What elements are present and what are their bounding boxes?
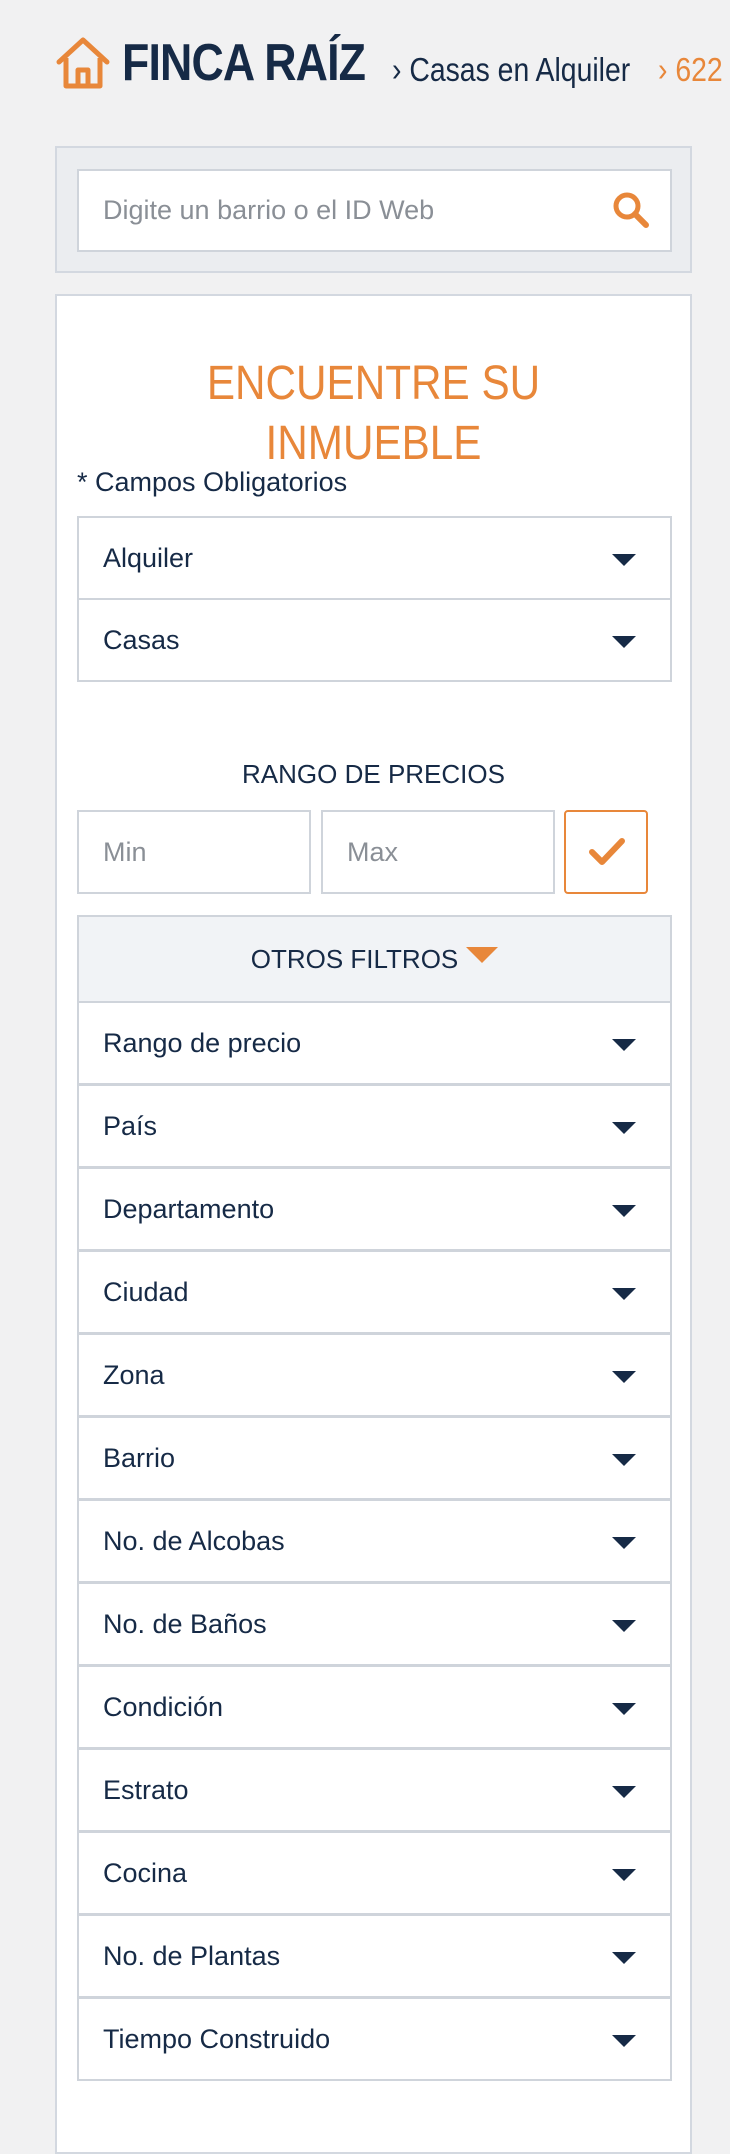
filter-label: Estrato [103,1775,189,1805]
operation-select[interactable]: Alquiler [77,516,672,600]
filter-cocina[interactable]: Cocina [77,1831,672,1915]
filter-zona[interactable]: Zona [77,1333,672,1417]
form-title: ENCUENTRE SU INMUEBLE [206,357,541,470]
chevron-down-icon [612,1869,636,1881]
chevron-down-icon [612,1620,636,1632]
chevron-down-icon [612,1454,636,1466]
price-range-title: RANGO DE PRECIOS [242,759,505,789]
filter-label: Zona [103,1360,165,1390]
house-icon[interactable] [54,34,112,92]
filter-pais[interactable]: País [77,1084,672,1168]
filter-ciudad[interactable]: Ciudad [77,1250,672,1334]
filter-label: Tiempo Construido [103,2024,331,2054]
apply-price-button[interactable] [564,810,648,894]
check-icon [589,838,625,865]
chevron-down-icon [612,1205,636,1217]
filter-label: No. de Alcobas [103,1526,285,1556]
chevron-down-icon [612,1786,636,1798]
property-search-form: ENCUENTRE SU INMUEBLE * Campos Obligator… [55,294,692,2154]
filter-barrio[interactable]: Barrio [77,1416,672,1500]
filter-label: No. de Plantas [103,1941,281,1971]
chevron-down-icon [612,1288,636,1300]
filter-label: Condición [103,1692,224,1722]
site-header: FINCA RAÍZ › Casas en Alquiler › 622 [0,0,730,128]
max-price-input[interactable] [321,810,555,894]
chevron-down-icon [612,2035,636,2047]
operation-select-value: Alquiler [103,543,194,573]
search-input[interactable] [79,171,599,250]
property-type-select[interactable]: Casas [77,598,672,682]
filter-label: Ciudad [103,1277,189,1307]
filter-label: País [103,1111,158,1141]
filter-banos[interactable]: No. de Baños [77,1582,672,1666]
caret-down-icon [466,947,499,963]
min-price-input[interactable] [77,810,311,894]
breadcrumb-result-count: › 622 [658,51,723,88]
filter-tiempo-construido[interactable]: Tiempo Construido [77,1997,672,2081]
filter-condicion[interactable]: Condición [77,1665,672,1749]
filter-label: Barrio [103,1443,176,1473]
filter-estrato[interactable]: Estrato [77,1748,672,1832]
brand-logo-text[interactable]: FINCA RAÍZ [122,30,366,96]
chevron-down-icon [612,1122,636,1134]
filter-departamento[interactable]: Departamento [77,1167,672,1251]
property-type-select-value: Casas [103,625,180,655]
chevron-down-icon [612,1537,636,1549]
chevron-down-icon [612,1039,636,1051]
chevron-down-icon [612,554,636,566]
filter-label: Cocina [103,1858,188,1888]
other-filters-label: OTROS FILTROS [250,944,459,974]
required-fields-note: * Campos Obligatorios [77,467,348,497]
search-panel [55,146,692,273]
chevron-down-icon [612,1952,636,1964]
filter-label: No. de Baños [103,1609,267,1639]
chevron-down-icon [612,636,636,648]
chevron-down-icon [612,1371,636,1383]
search-box [77,169,672,252]
filter-label: Departamento [103,1194,275,1224]
other-filters-toggle[interactable]: OTROS FILTROS [77,915,672,1003]
filter-alcobas[interactable]: No. de Alcobas [77,1499,672,1583]
chevron-down-icon [612,1703,636,1715]
filter-label: Rango de precio [103,1028,302,1058]
filter-plantas[interactable]: No. de Plantas [77,1914,672,1998]
filter-rango-de-precio[interactable]: Rango de precio [77,1001,672,1085]
search-icon[interactable] [612,191,650,229]
breadcrumb-casas-en-alquiler[interactable]: › Casas en Alquiler [392,48,630,92]
